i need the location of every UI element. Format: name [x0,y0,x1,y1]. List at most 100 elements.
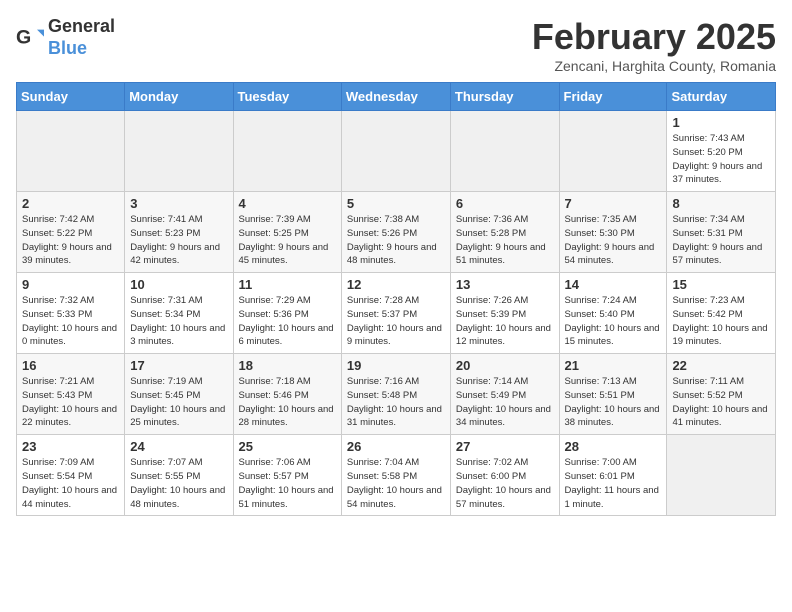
day-number: 15 [672,277,770,292]
calendar-week-4: 16Sunrise: 7:21 AM Sunset: 5:43 PM Dayli… [17,354,776,435]
day-header-tuesday: Tuesday [233,83,341,111]
day-info: Sunrise: 7:29 AM Sunset: 5:36 PM Dayligh… [239,295,334,347]
day-number: 22 [672,358,770,373]
day-info: Sunrise: 7:18 AM Sunset: 5:46 PM Dayligh… [239,376,334,428]
day-header-thursday: Thursday [450,83,559,111]
day-number: 6 [456,196,554,211]
calendar-week-3: 9Sunrise: 7:32 AM Sunset: 5:33 PM Daylig… [17,273,776,354]
calendar-cell [17,111,125,192]
day-info: Sunrise: 7:35 AM Sunset: 5:30 PM Dayligh… [565,214,655,266]
calendar-cell: 27 Sunrise: 7:02 AM Sunset: 6:00 PM Dayli… [450,435,559,516]
day-info: Sunrise: 7:16 AM Sunset: 5:48 PM Dayligh… [347,376,442,428]
day-info: Sunrise: 7:41 AM Sunset: 5:23 PM Dayligh… [130,214,220,266]
day-header-sunday: Sunday [17,83,125,111]
day-number: 28 [565,439,662,454]
calendar-cell: 6 Sunrise: 7:36 AM Sunset: 5:28 PM Daylig… [450,192,559,273]
day-info: Sunrise: 7:24 AM Sunset: 5:40 PM Dayligh… [565,295,660,347]
calendar-cell: 21 Sunrise: 7:13 AM Sunset: 5:51 PM Dayli… [559,354,667,435]
day-number: 12 [347,277,445,292]
day-number: 3 [130,196,227,211]
day-header-saturday: Saturday [667,83,776,111]
day-info: Sunrise: 7:36 AM Sunset: 5:28 PM Dayligh… [456,214,546,266]
calendar-cell: 17 Sunrise: 7:19 AM Sunset: 5:45 PM Dayli… [125,354,233,435]
day-number: 7 [565,196,662,211]
calendar-cell: 28 Sunrise: 7:00 AM Sunset: 6:01 PM Dayli… [559,435,667,516]
calendar-cell: 9Sunrise: 7:32 AM Sunset: 5:33 PM Daylig… [17,273,125,354]
calendar-cell: 12Sunrise: 7:28 AM Sunset: 5:37 PM Dayli… [341,273,450,354]
day-info: Sunrise: 7:31 AM Sunset: 5:34 PM Dayligh… [130,295,225,347]
day-number: 13 [456,277,554,292]
day-number: 14 [565,277,662,292]
page-header: G General Blue February 2025 Zencani, Ha… [16,16,776,74]
day-number: 2 [22,196,119,211]
calendar-cell: 8Sunrise: 7:34 AM Sunset: 5:31 PM Daylig… [667,192,776,273]
calendar-cell: 11 Sunrise: 7:29 AM Sunset: 5:36 PM Dayli… [233,273,341,354]
month-title: February 2025 [532,16,776,58]
calendar-cell: 3 Sunrise: 7:41 AM Sunset: 5:23 PM Daylig… [125,192,233,273]
day-info: Sunrise: 7:09 AM Sunset: 5:54 PM Dayligh… [22,457,117,509]
calendar-cell: 18 Sunrise: 7:18 AM Sunset: 5:46 PM Dayli… [233,354,341,435]
day-number: 27 [456,439,554,454]
day-info: Sunrise: 7:00 AM Sunset: 6:01 PM Dayligh… [565,457,659,509]
calendar-cell: 26 Sunrise: 7:04 AM Sunset: 5:58 PM Dayli… [341,435,450,516]
day-info: Sunrise: 7:11 AM Sunset: 5:52 PM Dayligh… [672,376,767,428]
day-number: 24 [130,439,227,454]
logo-general: General [48,16,115,36]
calendar-cell: 13Sunrise: 7:26 AM Sunset: 5:39 PM Dayli… [450,273,559,354]
calendar-cell [667,435,776,516]
calendar-cell: 23 Sunrise: 7:09 AM Sunset: 5:54 PM Dayli… [17,435,125,516]
calendar-cell: 7 Sunrise: 7:35 AM Sunset: 5:30 PM Daylig… [559,192,667,273]
calendar-week-2: 2Sunrise: 7:42 AM Sunset: 5:22 PM Daylig… [17,192,776,273]
calendar-cell: 10 Sunrise: 7:31 AM Sunset: 5:34 PM Dayli… [125,273,233,354]
day-number: 17 [130,358,227,373]
day-number: 26 [347,439,445,454]
calendar-cell [450,111,559,192]
day-info: Sunrise: 7:19 AM Sunset: 5:45 PM Dayligh… [130,376,225,428]
calendar-cell: 16Sunrise: 7:21 AM Sunset: 5:43 PM Dayli… [17,354,125,435]
day-number: 4 [239,196,336,211]
calendar-cell: 20 Sunrise: 7:14 AM Sunset: 5:49 PM Dayli… [450,354,559,435]
day-number: 10 [130,277,227,292]
day-info: Sunrise: 7:02 AM Sunset: 6:00 PM Dayligh… [456,457,551,509]
day-number: 5 [347,196,445,211]
day-info: Sunrise: 7:21 AM Sunset: 5:43 PM Dayligh… [22,376,117,428]
calendar-cell: 5 Sunrise: 7:38 AM Sunset: 5:26 PM Daylig… [341,192,450,273]
calendar-cell: 19 Sunrise: 7:16 AM Sunset: 5:48 PM Dayli… [341,354,450,435]
day-number: 25 [239,439,336,454]
day-header-friday: Friday [559,83,667,111]
day-number: 23 [22,439,119,454]
calendar-table: SundayMondayTuesdayWednesdayThursdayFrid… [16,82,776,516]
calendar-cell [559,111,667,192]
day-number: 20 [456,358,554,373]
day-info: Sunrise: 7:04 AM Sunset: 5:58 PM Dayligh… [347,457,442,509]
day-header-monday: Monday [125,83,233,111]
calendar-cell: 1Sunrise: 7:43 AM Sunset: 5:20 PM Daylig… [667,111,776,192]
calendar-week-5: 23 Sunrise: 7:09 AM Sunset: 5:54 PM Dayli… [17,435,776,516]
day-info: Sunrise: 7:39 AM Sunset: 5:25 PM Dayligh… [239,214,329,266]
day-number: 9 [22,277,119,292]
day-header-wednesday: Wednesday [341,83,450,111]
calendar-cell: 24Sunrise: 7:07 AM Sunset: 5:55 PM Dayli… [125,435,233,516]
logo-icon: G [16,24,44,52]
day-info: Sunrise: 7:23 AM Sunset: 5:42 PM Dayligh… [672,295,767,347]
calendar-cell: 22 Sunrise: 7:11 AM Sunset: 5:52 PM Dayli… [667,354,776,435]
day-number: 21 [565,358,662,373]
calendar-cell: 14 Sunrise: 7:24 AM Sunset: 5:40 PM Dayli… [559,273,667,354]
logo: G General Blue [16,16,115,59]
logo-text: General Blue [48,16,115,59]
calendar-cell [233,111,341,192]
day-info: Sunrise: 7:38 AM Sunset: 5:26 PM Dayligh… [347,214,437,266]
day-info: Sunrise: 7:43 AM Sunset: 5:20 PM Dayligh… [672,133,762,185]
day-number: 11 [239,277,336,292]
calendar-cell: 15 Sunrise: 7:23 AM Sunset: 5:42 PM Dayli… [667,273,776,354]
day-info: Sunrise: 7:06 AM Sunset: 5:57 PM Dayligh… [239,457,334,509]
calendar-cell [341,111,450,192]
day-number: 19 [347,358,445,373]
title-block: February 2025 Zencani, Harghita County, … [532,16,776,74]
day-info: Sunrise: 7:13 AM Sunset: 5:51 PM Dayligh… [565,376,660,428]
calendar-week-1: 1Sunrise: 7:43 AM Sunset: 5:20 PM Daylig… [17,111,776,192]
calendar-cell: 2Sunrise: 7:42 AM Sunset: 5:22 PM Daylig… [17,192,125,273]
calendar-cell: 25 Sunrise: 7:06 AM Sunset: 5:57 PM Dayli… [233,435,341,516]
day-info: Sunrise: 7:14 AM Sunset: 5:49 PM Dayligh… [456,376,551,428]
day-number: 18 [239,358,336,373]
